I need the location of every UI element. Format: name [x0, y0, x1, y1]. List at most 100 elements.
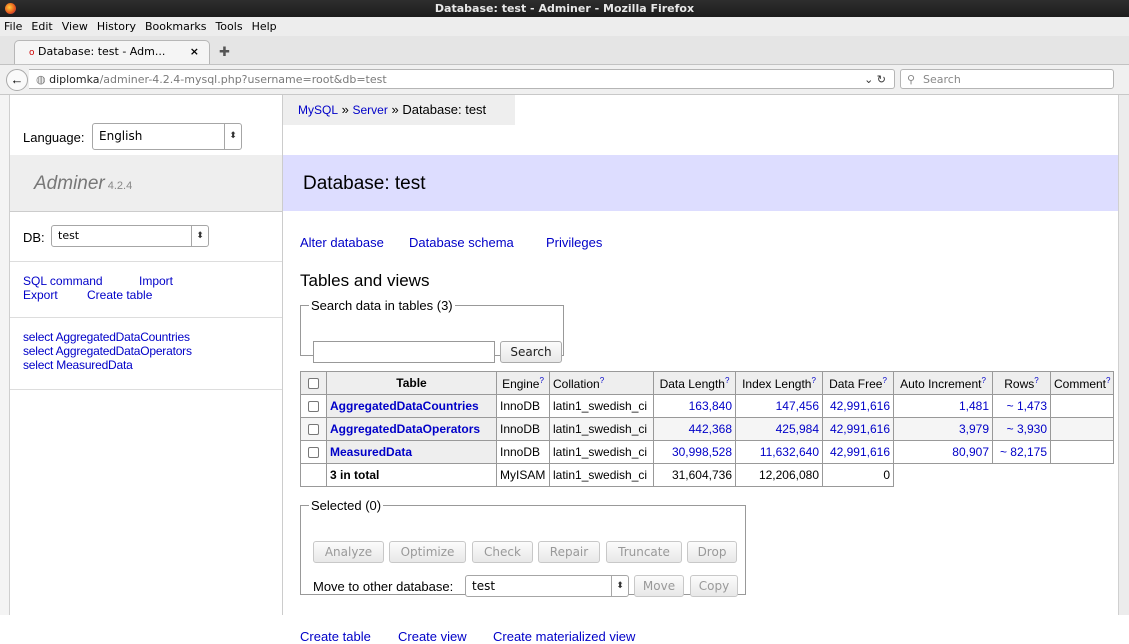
rows-link[interactable]: ~ 1,473 [1007, 399, 1047, 413]
data-free-link[interactable]: 42,991,616 [830, 399, 890, 413]
help-link[interactable]: ? [1106, 376, 1110, 385]
browser-search-input[interactable]: ⚲ Search [900, 69, 1114, 89]
language-select[interactable]: English ⬍ [92, 123, 242, 150]
index-length-cell: 147,456 [735, 394, 823, 418]
vertical-scrollbar[interactable] [1118, 95, 1129, 615]
col-engine: Engine? [496, 371, 550, 395]
auto-increment-link[interactable]: 1,481 [959, 399, 989, 413]
create-table-link[interactable]: Create table [87, 288, 152, 302]
total-index-length-cell: 12,206,080 [735, 463, 823, 487]
back-button[interactable]: ← [6, 69, 28, 91]
auto-increment-cell: 1,481 [893, 394, 993, 418]
select-all-checkbox[interactable] [308, 378, 319, 390]
menu-file[interactable]: File [0, 17, 27, 33]
search-icon: ⚲ [907, 73, 916, 86]
data-free-link[interactable]: 42,991,616 [830, 445, 890, 459]
db-select[interactable]: test ⬍ [51, 225, 209, 247]
comment-cell [1049, 417, 1115, 441]
rows-link[interactable]: ~ 82,175 [1000, 445, 1047, 459]
db-label: DB: [23, 230, 45, 245]
help-link[interactable]: ? [811, 376, 815, 385]
search-button[interactable]: Search [500, 341, 562, 363]
move-button[interactable]: Move [634, 575, 684, 597]
drop-button[interactable]: Drop [687, 541, 737, 563]
table-name-link[interactable]: MeasuredData [330, 445, 412, 459]
new-tab-icon[interactable]: ✚ [219, 44, 230, 60]
menu-bookmarks[interactable]: Bookmarks [141, 17, 211, 33]
breadcrumb-mysql[interactable]: MySQL [298, 103, 338, 117]
help-link[interactable]: ? [1034, 376, 1038, 385]
rows-cell: ~ 82,175 [992, 440, 1051, 464]
menu-history[interactable]: History [93, 17, 141, 33]
data-free-cell: 42,991,616 [822, 417, 894, 441]
row-checkbox[interactable] [308, 401, 319, 413]
menu-view[interactable]: View [58, 17, 93, 33]
adminer-content: MySQL » Server » Database: test Database… [282, 95, 1119, 644]
optimize-button[interactable]: Optimize [389, 541, 466, 563]
create-materialized-view-link[interactable]: Create materialized view [493, 629, 635, 644]
help-link[interactable]: ? [539, 376, 543, 385]
menu-edit[interactable]: Edit [27, 17, 57, 33]
data-length-link[interactable]: 163,840 [689, 399, 732, 413]
brand-name: Adminer [34, 173, 105, 194]
select-table-link[interactable]: select AggregatedDataOperators [23, 344, 192, 358]
auto-increment-link[interactable]: 3,979 [959, 422, 989, 436]
copy-button[interactable]: Copy [690, 575, 738, 597]
table-name-link[interactable]: AggregatedDataCountries [330, 399, 479, 413]
data-free-link[interactable]: 42,991,616 [830, 422, 890, 436]
data-length-cell: 442,368 [653, 417, 736, 441]
privileges-link[interactable]: Privileges [546, 235, 602, 250]
row-checkbox[interactable] [308, 447, 319, 459]
url-bar[interactable]: ◍ diplomka/adminer-4.2.4-mysql.php?usern… [29, 69, 895, 89]
table-name-cell: MeasuredData [326, 440, 497, 464]
move-db-select[interactable]: test ⬍ [465, 575, 629, 597]
table-name-link[interactable]: AggregatedDataOperators [330, 422, 480, 436]
col-auto-increment: Auto Increment? [893, 371, 993, 395]
help-link[interactable]: ? [725, 376, 729, 385]
total-engine-cell: MyISAM [496, 463, 550, 487]
export-link[interactable]: Export [23, 288, 58, 302]
adminer-logo-link[interactable]: Adminer 4.2.4 [34, 173, 132, 195]
tab-close-icon[interactable]: × [190, 41, 199, 63]
breadcrumb-server[interactable]: Server [353, 103, 388, 117]
truncate-button[interactable]: Truncate [606, 541, 682, 563]
index-length-link[interactable]: 147,456 [776, 399, 819, 413]
create-table-link[interactable]: Create table [300, 629, 371, 644]
index-length-link[interactable]: 425,984 [776, 422, 819, 436]
rows-link[interactable]: ~ 3,930 [1007, 422, 1047, 436]
data-length-link[interactable]: 442,368 [689, 422, 732, 436]
search-tables-input[interactable] [313, 341, 495, 363]
data-length-cell: 30,998,528 [653, 440, 736, 464]
import-link[interactable]: Import [139, 274, 173, 288]
menu-tools[interactable]: Tools [211, 17, 247, 33]
analyze-button[interactable]: Analyze [313, 541, 384, 563]
menu-help[interactable]: Help [248, 17, 282, 33]
help-link[interactable]: ? [981, 376, 985, 385]
help-link[interactable]: ? [882, 376, 886, 385]
help-link[interactable]: ? [600, 376, 604, 385]
index-length-link[interactable]: 11,632,640 [760, 445, 819, 459]
url-dropdown-reload-icon[interactable]: ⌄ ↻ [864, 70, 886, 90]
table-row: AggregatedDataCountries InnoDB latin1_sw… [300, 394, 1115, 418]
select-table-link[interactable]: select AggregatedDataCountries [23, 330, 190, 344]
rows-cell: ~ 1,473 [992, 394, 1051, 418]
col-data-free-label: Data Free [829, 376, 883, 391]
repair-button[interactable]: Repair [538, 541, 600, 563]
database-schema-link[interactable]: Database schema [409, 235, 514, 250]
create-view-link[interactable]: Create view [398, 629, 467, 644]
alter-database-link[interactable]: Alter database [300, 235, 384, 250]
check-button[interactable]: Check [472, 541, 533, 563]
adminer-sidebar: Language: English ⬍ Adminer 4.2.4 DB: tes… [9, 95, 283, 615]
firefox-logo-icon [5, 3, 16, 14]
col-data-length: Data Length? [653, 371, 736, 395]
collation-cell: latin1_swedish_ci [549, 440, 654, 464]
browser-tab-active[interactable]: o Database: test - Adm... × [14, 40, 210, 64]
col-rows-label: Rows [1004, 376, 1035, 391]
move-db-value: test [472, 579, 496, 593]
sql-command-link[interactable]: SQL command [23, 274, 103, 288]
select-updown-icon: ⬍ [224, 124, 241, 149]
select-table-link[interactable]: select MeasuredData [23, 358, 133, 372]
data-length-link[interactable]: 30,998,528 [672, 445, 732, 459]
row-checkbox[interactable] [308, 424, 319, 436]
auto-increment-link[interactable]: 80,907 [952, 445, 989, 459]
